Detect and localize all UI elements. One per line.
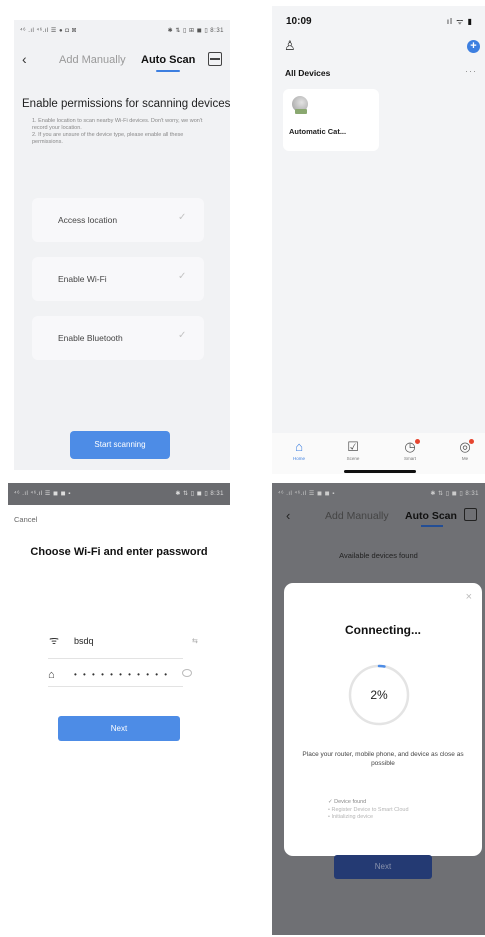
next-button[interactable]: Next bbox=[58, 716, 180, 741]
all-devices-heading[interactable]: All Devices bbox=[285, 68, 330, 78]
status-left: ⁴⁶ .ıl ⁴⁶.ıl ☰ ◼ ◼ ▪ bbox=[14, 491, 71, 497]
tab-label: Me bbox=[461, 456, 469, 461]
qr-scan-icon[interactable] bbox=[208, 52, 222, 66]
divider bbox=[48, 686, 183, 687]
qr-scan-icon[interactable] bbox=[464, 508, 477, 521]
tab-label: Smart bbox=[403, 456, 416, 461]
show-password-icon[interactable] bbox=[182, 669, 192, 677]
active-tab-indicator bbox=[156, 70, 180, 72]
switch-network-icon[interactable]: ⇆ bbox=[192, 637, 198, 645]
divider bbox=[48, 658, 183, 659]
top-nav: ‹ Add Manually Auto Scan bbox=[272, 505, 485, 529]
step-item: ✓ Device found bbox=[328, 799, 409, 807]
top-nav: ‹ Add Manually Auto Scan bbox=[14, 48, 230, 72]
home-icon: ⌂ bbox=[295, 439, 303, 454]
status-bar: ⁴⁶ .ıl ⁴⁶.ıl ☰ ● ◘ ⊠ ✱ ⇅ ▯ ⊞ ◼ ▯ 8:31 bbox=[14, 20, 230, 42]
status-bar: ⁴⁶ .ıl ⁴⁶.ıl ☰ ◼ ◼ ▪ ✱ ⇅ ▯ ◼ ▯ 8:31 bbox=[272, 483, 485, 505]
tab-label: Scene bbox=[346, 456, 360, 461]
permissions-title: Enable permissions for scanning devices bbox=[22, 98, 230, 110]
me-icon: ◎ bbox=[459, 439, 471, 454]
tab-add-manually[interactable]: Add Manually bbox=[325, 510, 389, 522]
available-devices-label: Available devices found bbox=[339, 551, 418, 560]
scene-icon: ☑ bbox=[347, 439, 359, 454]
status-left: ⁴⁶ .ıl ⁴⁶.ıl ☰ ● ◘ ⊠ bbox=[20, 28, 78, 34]
tab-smart[interactable]: ◷ Smart bbox=[390, 439, 430, 461]
status-bar: ⁴⁶ .ıl ⁴⁶.ıl ☰ ◼ ◼ ▪ ✱ ⇅ ▯ ◼ ▯ 8:31 bbox=[8, 483, 230, 505]
connection-steps: ✓ Device found • Register Device to Smar… bbox=[328, 799, 409, 822]
active-tab-indicator bbox=[421, 525, 443, 527]
check-icon: ✓ bbox=[178, 330, 187, 341]
step-text: Register Device to Smart Cloud bbox=[331, 806, 409, 813]
tab-home[interactable]: ⌂ Home bbox=[279, 439, 319, 461]
cat-feeder-device-icon bbox=[292, 96, 308, 114]
back-arrow-icon[interactable]: ‹ bbox=[22, 51, 27, 67]
status-right: ✱ ⇅ ▯ ⊞ ◼ ▯ 8:31 bbox=[167, 28, 224, 34]
step-text: Device found bbox=[334, 799, 367, 805]
add-device-icon[interactable]: + bbox=[467, 40, 480, 53]
home-indicator bbox=[344, 470, 416, 473]
tab-scene[interactable]: ☑ Scene bbox=[333, 439, 373, 461]
permission-label: Access location bbox=[58, 215, 118, 225]
device-card[interactable]: Automatic Cat... bbox=[283, 89, 379, 151]
bottom-tab-bar: ⌂ Home ☑ Scene ◷ Smart ◎ Me bbox=[272, 433, 485, 474]
step-dot-icon: • bbox=[328, 806, 330, 813]
permissions-screen: ⁴⁶ .ıl ⁴⁶.ıl ☰ ● ◘ ⊠ ✱ ⇅ ▯ ⊞ ◼ ▯ 8:31 ‹ … bbox=[14, 20, 230, 470]
permission-card-wifi[interactable]: Enable Wi-Fi ✓ bbox=[32, 257, 204, 301]
note-1: 1. Enable location to scan nearby Wi-Fi … bbox=[32, 118, 203, 131]
permission-card-location[interactable]: Access location ✓ bbox=[32, 198, 204, 242]
status-right: ✱ ⇅ ▯ ◼ ▯ 8:31 bbox=[175, 491, 224, 497]
start-scanning-button[interactable]: Start scanning bbox=[70, 431, 170, 459]
permission-label: Enable Bluetooth bbox=[58, 333, 123, 343]
progress-percent: 2% bbox=[370, 688, 388, 702]
notification-dot bbox=[415, 439, 420, 444]
placement-tip: Place your router, mobile phone, and dev… bbox=[302, 751, 464, 767]
lock-icon: ⌂ bbox=[48, 669, 55, 681]
status-time: 10:09 bbox=[286, 16, 312, 27]
check-icon: ✓ bbox=[178, 212, 187, 223]
status-left: ⁴⁶ .ıl ⁴⁶.ıl ☰ ◼ ◼ ▪ bbox=[278, 491, 335, 497]
wifi-password-screen: ⁴⁶ .ıl ⁴⁶.ıl ☰ ◼ ◼ ▪ ✱ ⇅ ▯ ◼ ▯ 8:31 Canc… bbox=[8, 483, 230, 928]
status-icons: ıl ᯤ ▮ bbox=[446, 17, 473, 26]
home-screen: 10:09 ıl ᯤ ▮ ♙ + All Devices ··· Automat… bbox=[272, 6, 485, 474]
wifi-name-field[interactable]: bsdq bbox=[74, 636, 94, 646]
step-check-icon: ✓ bbox=[328, 799, 333, 805]
step-item: • Register Device to Smart Cloud bbox=[328, 807, 409, 815]
wifi-title: Choose Wi-Fi and enter password bbox=[30, 546, 208, 558]
connecting-modal: × Connecting... 2% Place your router, mo… bbox=[284, 583, 482, 856]
user-icon[interactable]: ♙ bbox=[284, 38, 296, 54]
tab-add-manually[interactable]: Add Manually bbox=[59, 54, 126, 66]
permissions-notes: 1. Enable location to scan nearby Wi-Fi … bbox=[32, 118, 212, 146]
cancel-button[interactable]: Cancel bbox=[14, 515, 37, 524]
status-right: ✱ ⇅ ▯ ◼ ▯ 8:31 bbox=[430, 491, 479, 497]
step-text: Initializing device bbox=[331, 814, 374, 820]
next-button[interactable]: Next bbox=[334, 855, 432, 879]
tab-label: Home bbox=[292, 456, 305, 461]
back-arrow-icon[interactable]: ‹ bbox=[286, 508, 290, 523]
tab-auto-scan[interactable]: Auto Scan bbox=[405, 510, 457, 522]
tab-me[interactable]: ◎ Me bbox=[445, 439, 485, 461]
note-2: 2. If you are unsure of the device type,… bbox=[32, 132, 184, 145]
close-icon[interactable]: × bbox=[466, 591, 472, 603]
smart-icon: ◷ bbox=[404, 439, 416, 454]
connecting-title: Connecting... bbox=[345, 623, 421, 637]
permission-label: Enable Wi-Fi bbox=[58, 274, 107, 284]
connecting-screen: ⁴⁶ .ıl ⁴⁶.ıl ☰ ◼ ◼ ▪ ✱ ⇅ ▯ ◼ ▯ 8:31 ‹ Ad… bbox=[272, 483, 485, 935]
wifi-icon: ᯤ bbox=[49, 635, 60, 647]
step-item: • Initializing device bbox=[328, 814, 409, 822]
more-icon[interactable]: ··· bbox=[465, 66, 477, 76]
step-dot-icon: • bbox=[328, 814, 330, 820]
check-icon: ✓ bbox=[178, 271, 187, 282]
permission-card-bluetooth[interactable]: Enable Bluetooth ✓ bbox=[32, 316, 204, 360]
device-name: Automatic Cat... bbox=[289, 127, 347, 136]
notification-dot bbox=[469, 439, 474, 444]
tab-auto-scan[interactable]: Auto Scan bbox=[141, 54, 195, 66]
password-field[interactable]: • • • • • • • • • • • bbox=[74, 670, 169, 679]
